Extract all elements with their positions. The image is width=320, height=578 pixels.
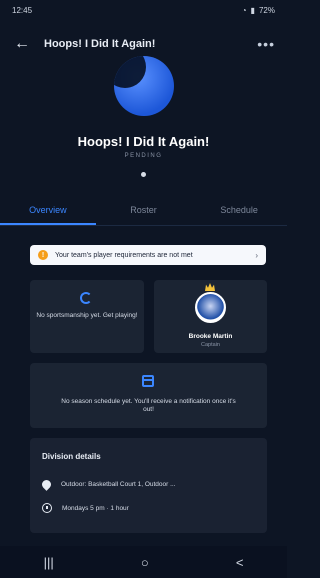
season-schedule-card: No season schedule yet. You'll receive a… — [30, 363, 267, 428]
avatar — [195, 292, 226, 323]
home-button[interactable]: ○ — [141, 555, 149, 570]
wifi-icon: ◔ — [241, 5, 247, 15]
tab-bar: Overview Roster Schedule — [0, 198, 287, 226]
alert-text: Your team's player requirements are not … — [55, 251, 193, 259]
player-requirements-alert[interactable]: ! Your team's player requirements are no… — [30, 245, 266, 265]
division-time: Mondays 5 pm · 1 hour — [62, 504, 129, 512]
division-title: Division details — [42, 452, 101, 461]
division-location-row[interactable]: Outdoor: Basketball Court 1, Outdoor ... — [40, 478, 176, 491]
captain-name: Brooke Martin — [188, 333, 233, 340]
page-indicator-dot — [141, 172, 146, 177]
crown-icon — [205, 283, 215, 291]
status-bar: 12:45 ◔ ▮ 72% — [0, 0, 287, 20]
tab-schedule[interactable]: Schedule — [191, 198, 287, 225]
app-title: Hoops! I Did It Again! — [44, 38, 156, 50]
android-nav-bar: ||| ○ < — [0, 546, 287, 578]
signal-icon: ▮ — [250, 5, 255, 15]
back-button[interactable]: < — [236, 555, 244, 570]
chevron-right-icon: › — [255, 250, 258, 260]
calendar-icon — [142, 375, 154, 387]
clock-icon — [42, 503, 52, 513]
arrow-left-icon[interactable]: ← — [12, 34, 32, 54]
location-pin-icon — [40, 478, 53, 491]
captain-card[interactable]: Brooke Martin Captain — [154, 280, 267, 353]
division-details-card: Division details Outdoor: Basketball Cou… — [30, 438, 267, 533]
more-horizontal-icon[interactable]: ••• — [257, 36, 275, 52]
warning-icon: ! — [38, 250, 48, 260]
battery-level: 72% — [258, 5, 275, 15]
schedule-text: No season schedule yet. You'll receive a… — [61, 398, 236, 414]
team-logo — [114, 56, 174, 116]
division-location: Outdoor: Basketball Court 1, Outdoor ... — [61, 481, 176, 488]
captain-role: Captain — [201, 342, 220, 348]
sportsmanship-card: No sportsmanship yet. Get playing! — [30, 280, 144, 353]
division-time-row: Mondays 5 pm · 1 hour — [42, 503, 129, 513]
team-status: PENDING — [124, 153, 163, 159]
status-indicators: ◔ ▮ 72% — [242, 6, 275, 15]
tab-overview[interactable]: Overview — [0, 198, 96, 225]
recents-button[interactable]: ||| — [44, 555, 54, 570]
clock-time: 12:45 — [12, 5, 33, 15]
team-name: Hoops! I Did It Again! — [77, 134, 210, 149]
sportsmanship-text: No sportsmanship yet. Get playing! — [36, 312, 138, 319]
tab-roster[interactable]: Roster — [96, 198, 192, 225]
sportsmanship-icon — [80, 292, 92, 304]
